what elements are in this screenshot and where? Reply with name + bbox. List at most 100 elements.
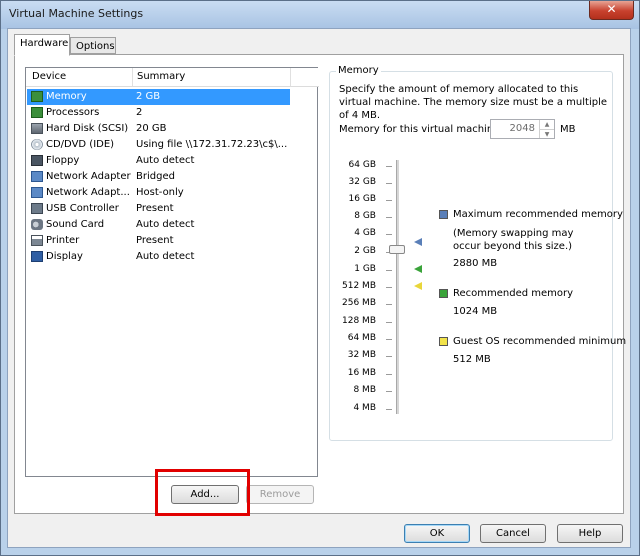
hard-disk-icon [31,123,43,134]
slider-tick [386,166,392,167]
memory-size-value[interactable]: 2048 [510,123,535,134]
remove-device-button[interactable]: Remove [246,485,314,504]
memory-slider-track[interactable] [396,160,399,414]
column-device[interactable]: Device [32,71,66,82]
scale-label: 16 GB [348,194,376,204]
device-name: Display [46,251,83,262]
scale-label: 4 MB [353,403,376,413]
cd-dvd-icon [31,139,43,150]
device-summary: Host-only [136,187,184,198]
usb-icon [31,203,43,214]
memory-chip-icon [31,91,43,102]
scale-label: 4 GB [354,228,376,238]
device-summary: Auto detect [136,155,195,166]
device-summary: Present [136,203,174,214]
device-list-header: Device Summary [26,68,319,87]
device-row-cd-dvd[interactable]: CD/DVD (IDE) Using file \\172.31.72.23\c… [27,137,290,153]
device-row-sound-card[interactable]: Sound Card Auto detect [27,217,290,233]
guest-min-marker-icon [414,282,422,290]
memory-size-field[interactable]: 2048 ▲ ▼ [490,119,555,139]
scale-label: 256 MB [342,298,376,308]
processor-chip-icon [31,107,43,118]
device-row-usb-controller[interactable]: USB Controller Present [27,201,290,217]
max-recommended-marker-icon [414,238,422,246]
device-row-processors[interactable]: Processors 2 [27,105,290,121]
scale-label: 16 MB [347,368,376,378]
slider-tick [386,339,392,340]
scale-label: 8 MB [353,385,376,395]
tab-options[interactable]: Options [70,37,116,54]
device-summary: Using file \\172.31.72.23\c$\... [136,139,288,150]
title-bar[interactable]: Virtual Machine Settings ✕ [1,1,639,29]
device-row-memory[interactable]: Memory 2 GB [27,89,290,105]
slider-tick [386,217,392,218]
display-icon [31,251,43,262]
device-name: Floppy [46,155,80,166]
device-name: Memory [46,91,87,102]
device-summary: Auto detect [136,219,195,230]
device-name: Network Adapter [46,171,131,182]
device-row-floppy[interactable]: Floppy Auto detect [27,153,290,169]
max-recommended-legend-icon [439,210,448,219]
device-row-network-adapter[interactable]: Network Adapter Bridged [27,169,290,185]
slider-tick [386,374,392,375]
window-title: Virtual Machine Settings [9,7,144,20]
column-summary[interactable]: Summary [137,71,185,82]
network-adapter-icon [31,187,43,198]
cancel-button[interactable]: Cancel [480,524,546,543]
column-separator[interactable] [132,68,133,86]
spin-down-arrow-icon[interactable]: ▼ [539,129,554,138]
scale-label: 2 GB [354,246,376,256]
device-summary: Bridged [136,171,175,182]
slider-tick [386,234,392,235]
column-separator[interactable] [290,68,291,86]
printer-icon [31,235,43,246]
device-name: Printer [46,235,80,246]
network-adapter-icon [31,171,43,182]
scale-label: 1 GB [354,264,376,274]
device-name: Sound Card [46,219,105,230]
recommended-title: Recommended memory [453,288,574,299]
sound-card-icon [31,219,43,230]
max-recommended-title: Maximum recommended memory [453,209,623,220]
guest-min-legend-icon [439,337,448,346]
memory-group-title: Memory [336,65,381,76]
guest-min-value: 512 MB [453,354,491,365]
memory-unit: MB [560,124,576,135]
close-window-button[interactable]: ✕ [589,1,634,20]
device-name: Network Adapt... [46,187,130,198]
recommended-value: 1024 MB [453,306,498,317]
memory-field-label: Memory for this virtual machine: [339,124,503,135]
scale-label: 32 GB [348,177,376,187]
device-name: CD/DVD (IDE) [46,139,115,150]
recommended-legend-icon [439,289,448,298]
guest-min-title: Guest OS recommended minimum [453,336,627,347]
slider-tick [386,409,392,410]
device-row-display[interactable]: Display Auto detect [27,249,290,265]
device-summary: Present [136,235,174,246]
scale-label: 512 MB [342,281,376,291]
slider-tick [386,183,392,184]
device-row-network-adapter-2[interactable]: Network Adapt... Host-only [27,185,290,201]
annotation-highlight-box [155,469,250,516]
help-button[interactable]: Help [557,524,623,543]
device-summary: Auto detect [136,251,195,262]
device-name: USB Controller [46,203,119,214]
slider-tick [386,391,392,392]
ok-button[interactable]: OK [404,524,470,543]
spin-up-arrow-icon[interactable]: ▲ [539,120,554,129]
scale-label: 64 GB [348,160,376,170]
device-name: Processors [46,107,100,118]
device-summary: 2 GB [136,91,161,102]
memory-description: Specify the amount of memory allocated t… [339,84,607,121]
memory-slider-thumb[interactable] [389,245,405,254]
scale-label: 128 MB [342,316,376,326]
device-list[interactable]: Device Summary Memory 2 GB Processors 2 … [25,67,319,477]
scale-label: 64 MB [347,333,376,343]
tab-hardware[interactable]: Hardware [14,34,70,56]
slider-tick [386,270,392,271]
device-row-printer[interactable]: Printer Present [27,233,290,249]
recommended-marker-icon [414,265,422,273]
device-row-hard-disk[interactable]: Hard Disk (SCSI) 20 GB [27,121,290,137]
slider-tick [386,304,392,305]
